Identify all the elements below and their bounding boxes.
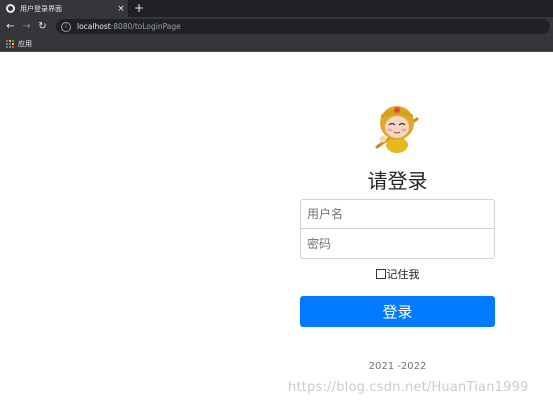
- address-bar[interactable]: i localhost:8080/toLoginPage: [56, 19, 550, 34]
- back-arrow-icon[interactable]: ←: [4, 20, 17, 33]
- info-icon[interactable]: i: [61, 21, 71, 32]
- reload-icon[interactable]: ↻: [36, 20, 49, 33]
- url-path: :8080/toLoginPage: [110, 22, 181, 31]
- username-input[interactable]: [300, 199, 495, 229]
- bookmarks-bar: 应用: [0, 36, 553, 52]
- apps-grid-icon[interactable]: [6, 39, 14, 48]
- login-button[interactable]: 登录: [300, 296, 495, 327]
- remember-checkbox[interactable]: [375, 269, 386, 279]
- watermark: https://blog.csdn.net/HuanTian1999: [288, 380, 529, 395]
- tab-title: 用户登录界面: [20, 4, 62, 13]
- browser-tab[interactable]: 用户登录界面 ×: [0, 0, 128, 17]
- bookmark-apps-label[interactable]: 应用: [18, 39, 32, 49]
- remember-me: 记住我: [300, 266, 495, 282]
- browser-toolbar: ← → ↻ i localhost:8080/toLoginPage: [0, 17, 553, 36]
- tab-strip: 用户登录界面 × +: [0, 0, 553, 17]
- login-heading: 请登录: [367, 169, 428, 193]
- copyright-text: 2021 -2022: [368, 361, 427, 372]
- globe-icon: [6, 4, 15, 13]
- forward-arrow-icon[interactable]: →: [20, 20, 33, 33]
- password-input[interactable]: [300, 229, 495, 259]
- plus-icon[interactable]: +: [132, 1, 146, 15]
- url-host: localhost: [77, 22, 111, 31]
- monkey-avatar: [375, 106, 419, 153]
- close-icon[interactable]: ×: [114, 4, 128, 14]
- remember-label[interactable]: 记住我: [387, 266, 420, 282]
